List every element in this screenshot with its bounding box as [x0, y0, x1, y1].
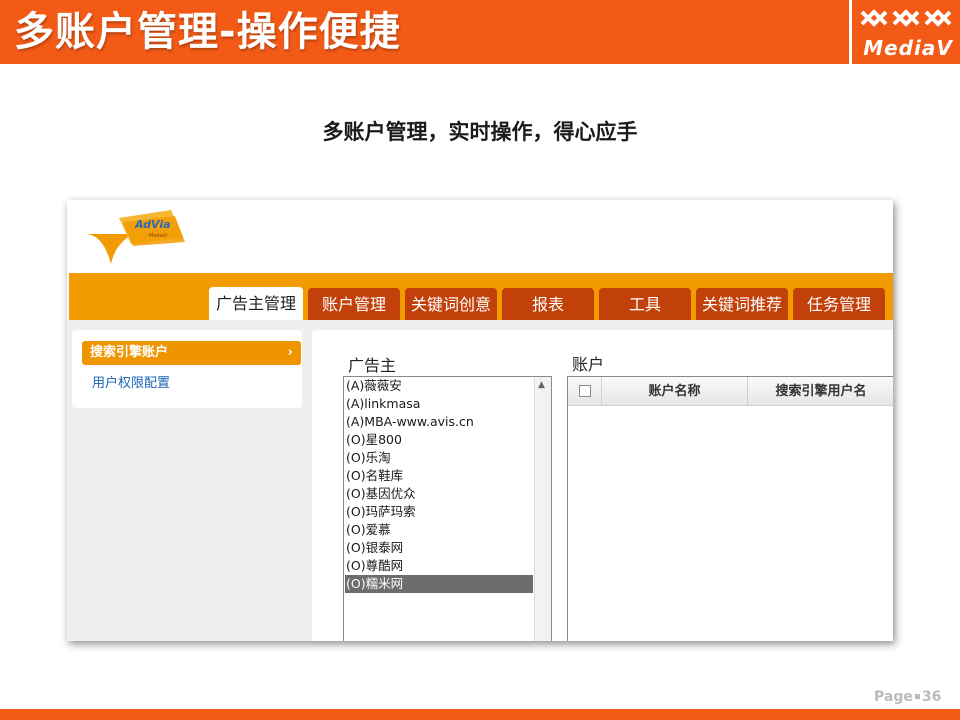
- list-item[interactable]: (O)尊酷网: [345, 557, 533, 575]
- tab-advertiser-management[interactable]: 广告主管理: [209, 287, 303, 320]
- tab-task-management[interactable]: 任务管理: [793, 288, 885, 320]
- select-all-checkbox[interactable]: [579, 385, 591, 397]
- account-label: 账户: [572, 355, 605, 374]
- list-item[interactable]: (O)糯米网: [345, 575, 533, 593]
- scroll-up-arrow-icon[interactable]: ▲: [538, 380, 545, 390]
- advia-logo-text: AdVia: [134, 218, 171, 231]
- slide-header: 多账户管理-操作便捷 MediaV: [0, 0, 960, 64]
- page-number-value: 36: [921, 689, 942, 705]
- page-number: Page 36: [874, 689, 941, 705]
- content-area: 搜索引擎账户 › 用户权限配置 广告主 账户 (A)薇薇安 (A)linkmas…: [67, 320, 893, 641]
- main-nav: 广告主管理 账户管理 关键词创意 报表 工具 关键词推荐 任务管理: [69, 273, 893, 320]
- account-table: 账户名称 搜索引擎用户名: [567, 376, 893, 641]
- list-item[interactable]: (O)玛萨玛索: [345, 503, 533, 521]
- advia-logo-icon: AdVia MediaV: [85, 210, 185, 264]
- list-item[interactable]: (O)星800: [345, 431, 533, 449]
- list-item[interactable]: (A)linkmasa: [345, 395, 533, 413]
- advia-logo: AdVia MediaV: [79, 204, 189, 272]
- mediav-brand-text: MediaV: [863, 36, 953, 60]
- scrollbar[interactable]: ▲: [534, 377, 551, 641]
- advertiser-listbox[interactable]: (A)薇薇安 (A)linkmasa (A)MBA-www.avis.cn (O…: [343, 376, 552, 641]
- mediav-logo-icon: [860, 9, 952, 27]
- advertiser-label: 广告主: [348, 356, 397, 375]
- app-screenshot: AdVia MediaV 广告主管理 账户管理 关键词创意 报表 工具 关键词推…: [67, 200, 893, 641]
- mediav-logo: MediaV: [849, 0, 960, 64]
- footer-bar: [0, 709, 960, 720]
- list-item[interactable]: (O)爱慕: [345, 521, 533, 539]
- slide-subtitle: 多账户管理，实时操作，得心应手: [322, 120, 638, 144]
- page-dot-icon: [914, 693, 920, 699]
- list-item[interactable]: (A)薇薇安: [345, 377, 533, 395]
- column-header-search-engine-username[interactable]: 搜索引擎用户名: [748, 377, 893, 406]
- sidebar-item-user-permissions[interactable]: 用户权限配置: [92, 374, 170, 394]
- chevron-right-icon: ›: [287, 345, 293, 360]
- tab-keyword-creative[interactable]: 关键词创意: [405, 288, 497, 320]
- tab-keyword-recommend[interactable]: 关键词推荐: [696, 288, 788, 320]
- main-panel: 广告主 账户 (A)薇薇安 (A)linkmasa (A)MBA-www.avi…: [312, 330, 893, 641]
- list-item[interactable]: (A)MBA-www.avis.cn: [345, 413, 533, 431]
- tab-reports[interactable]: 报表: [502, 288, 594, 320]
- tab-tools[interactable]: 工具: [599, 288, 691, 320]
- tab-account-management[interactable]: 账户管理: [308, 288, 400, 320]
- list-item[interactable]: (O)名鞋库: [345, 467, 533, 485]
- sidebar: 搜索引擎账户 › 用户权限配置: [72, 330, 302, 408]
- list-item[interactable]: (O)基因优众: [345, 485, 533, 503]
- sidebar-item-label: 搜索引擎账户: [90, 345, 169, 360]
- page-label: Page: [874, 689, 913, 705]
- advia-logo-sub: MediaV: [149, 233, 168, 239]
- list-item[interactable]: (O)银泰网: [345, 539, 533, 557]
- sidebar-item-search-engine-accounts[interactable]: 搜索引擎账户 ›: [82, 341, 301, 365]
- list-item[interactable]: (O)乐淘: [345, 449, 533, 467]
- table-header: 账户名称 搜索引擎用户名: [568, 377, 893, 406]
- slide-title: 多账户管理-操作便捷: [14, 9, 401, 55]
- column-header-account-name[interactable]: 账户名称: [602, 377, 747, 406]
